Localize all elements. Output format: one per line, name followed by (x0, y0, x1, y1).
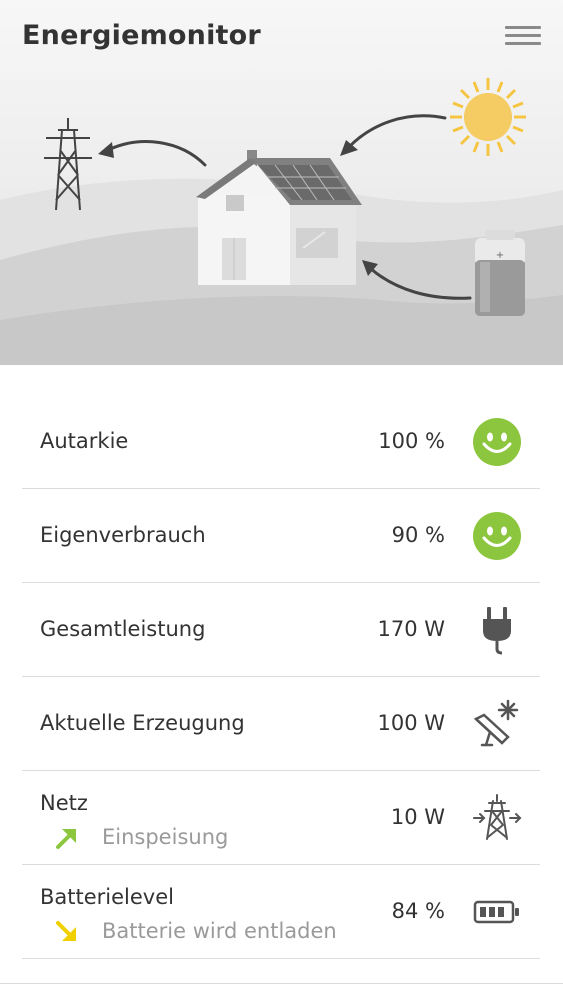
hamburger-menu-icon[interactable] (505, 26, 541, 48)
list-item-aktuelle-erzeugung: Aktuelle Erzeugung 100 W (22, 677, 540, 771)
row-label: Autarkie (40, 429, 129, 453)
house-illustration (195, 150, 362, 285)
plug-icon (483, 607, 511, 655)
battery-illustration: + (475, 230, 525, 316)
row-value: 90 % (391, 523, 445, 547)
row-value: 100 W (377, 711, 445, 735)
solar-panel-icon (473, 699, 519, 747)
row-label: Aktuelle Erzeugung (40, 711, 245, 735)
list-item-netz: Netz Einspeisung 10 W (22, 771, 540, 865)
row-sublabel: Batterie wird entladen (102, 919, 337, 943)
app-title: Energiemonitor (22, 20, 261, 51)
list-item-eigenverbrauch: Eigenverbrauch 90 % (22, 489, 540, 583)
energy-scene: + (0, 78, 563, 365)
list-item-autarkie: Autarkie 100 % (22, 395, 540, 489)
list-item-gesamtleistung: Gesamtleistung 170 W (22, 583, 540, 677)
smiley-icon (473, 418, 521, 466)
power-tower-icon (473, 794, 522, 840)
row-sublabel: Einspeisung (102, 825, 229, 849)
divider (0, 983, 563, 984)
row-label: Gesamtleistung (40, 617, 206, 641)
sun-illustration (450, 78, 526, 156)
row-label: Batterielevel (40, 885, 174, 909)
row-value: 84 % (391, 899, 445, 923)
row-value: 10 W (390, 805, 445, 829)
battery-icon (473, 900, 519, 924)
row-label: Netz (40, 791, 88, 815)
energy-flow-illustration: + Energiemonitor (0, 0, 563, 365)
row-value: 170 W (377, 617, 445, 641)
svg-text:+: + (496, 250, 504, 261)
row-label: Eigenverbrauch (40, 523, 206, 547)
energy-stats-list: Autarkie 100 % Eigenverbrauch 90 % Gesam… (22, 395, 540, 959)
arrow-down-right-icon (56, 921, 76, 941)
list-item-batterielevel: Batterielevel Batterie wird entladen 84 … (22, 865, 540, 959)
row-value: 100 % (378, 429, 445, 453)
arrow-up-right-icon (56, 829, 76, 849)
smiley-icon (473, 512, 521, 560)
